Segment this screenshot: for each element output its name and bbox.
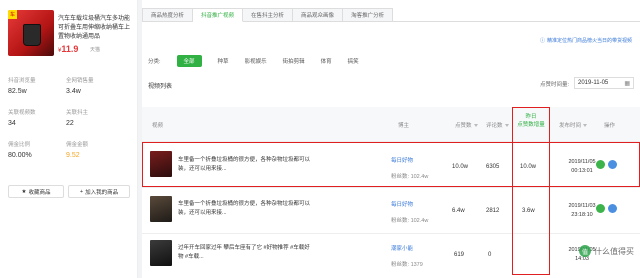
category-grass[interactable]: 种草: [218, 57, 229, 65]
category-entertainment[interactable]: 影视娱乐: [245, 57, 267, 65]
date-value: 2019-11-05: [578, 80, 609, 86]
stat-label: 关联视频数: [8, 110, 36, 116]
product-thumb-tag: 车: [8, 10, 18, 19]
header-comments[interactable]: 评论数: [486, 121, 509, 129]
sort-icon: [473, 124, 478, 128]
add-my-product-button[interactable]: + 加入我的商品: [68, 185, 130, 198]
comments-cell: 2812: [486, 208, 500, 214]
fans-count: 102.4w: [410, 218, 429, 224]
product-title[interactable]: 汽车车载垃圾桶汽车多功能可折叠车用伸缩收纳桶车上置物收纳通用品: [58, 15, 134, 42]
category-street[interactable]: 街拍剪辑: [283, 57, 305, 65]
blogger-cell: 潮家小能 粉丝数: 1379: [391, 244, 423, 268]
table-row: 车里备一个折叠垃圾桶的很方便，各种杂物垃圾都可以装，还可以用来接... 每日好物…: [142, 187, 640, 231]
video-title[interactable]: 过年开车回家过年 攀后车座有了它 #好物推荐 #车载好物 #车载...: [178, 244, 314, 262]
product-panel: 车 汽车车载垃圾桶汽车多功能可折叠车用伸缩收纳桶车上置物收纳通用品 ¥11.9 …: [0, 0, 138, 278]
share-icon[interactable]: [596, 204, 605, 213]
product-source: 天猫: [90, 47, 101, 53]
blogger-name[interactable]: 每日好物: [391, 200, 428, 208]
stat-value: 22: [66, 120, 74, 127]
add-label: 加入我的商品: [85, 189, 119, 196]
blogger-cell: 每日好物 粉丝数: 102.4w: [391, 200, 428, 224]
category-funny[interactable]: 搞笑: [348, 57, 359, 65]
collect-product-button[interactable]: ★ 收藏商品: [8, 185, 64, 198]
header-likes-label: 点赞数: [455, 123, 472, 129]
blogger-fans: 粉丝数: 102.4w: [391, 216, 428, 224]
stat-commission-amount: 佣金金额 9.52: [66, 140, 126, 159]
product-price: ¥11.9: [58, 44, 78, 54]
star-icon: ★: [21, 188, 27, 195]
stat-label: 抖音浏览量: [8, 78, 36, 84]
main-panel: 商品热度分析 抖音推广视频 在售抖主分析 商品观众画像 淘客推广分析 ⓘ 精准定…: [142, 0, 640, 278]
blogger-name[interactable]: 潮家小能: [391, 244, 423, 252]
stat-douyin-views: 抖音浏览量 82.5w: [8, 76, 68, 95]
stat-value: 34: [8, 120, 16, 127]
stat-value: 80.00%: [8, 152, 32, 159]
likes-cell: 619: [454, 252, 465, 258]
video-thumbnail[interactable]: [150, 240, 172, 266]
tab-product-heat[interactable]: 商品热度分析: [142, 8, 194, 22]
price-value: 11.9: [61, 44, 79, 54]
blogger-fans: 粉丝数: 1379: [391, 260, 423, 268]
fans-count: 1379: [410, 262, 423, 268]
tip-link-text: 精准定位热门商品榜火当日的带货视频: [546, 38, 632, 44]
tab-bar: 商品热度分析 抖音推广视频 在售抖主分析 商品观众画像 淘客推广分析: [142, 8, 394, 22]
tip-link[interactable]: ⓘ 精准定位热门商品榜火当日的带货视频: [540, 37, 632, 44]
stat-total-sales: 全网销售量 3.4w: [66, 76, 126, 95]
stat-commission-rate: 佣金比例 80.00%: [8, 140, 68, 159]
stat-label: 关联抖主: [66, 110, 89, 116]
product-thumbnail[interactable]: 车: [8, 10, 54, 56]
highlight-box-first-row: [142, 142, 640, 187]
category-all[interactable]: 全部: [176, 55, 202, 67]
highlight-box-increment-column: [512, 107, 550, 275]
stat-label: 佣金金额: [66, 142, 89, 148]
header-actions: 操作: [604, 123, 616, 129]
plus-icon: +: [79, 188, 84, 195]
calendar-icon: ▦: [624, 80, 630, 87]
comments-cell: 0: [488, 252, 492, 258]
play-icon[interactable]: [608, 204, 617, 213]
likes-cell: 6.4w: [452, 208, 465, 214]
video-title[interactable]: 车里备一个折叠垃圾桶的很方便，各种杂物垃圾都可以装，还可以用来接...: [178, 200, 314, 218]
header-published-label: 发布时间: [559, 123, 582, 129]
category-label: 分类:: [148, 59, 161, 65]
sort-icon: [583, 124, 588, 128]
header-video: 视频: [152, 123, 164, 129]
tab-bloggers[interactable]: 在售抖主分析: [243, 8, 294, 22]
header-likes[interactable]: 点赞数: [455, 121, 478, 129]
category-filter: 分类: 全部 种草 影视娱乐 街拍剪辑 体育 搞笑: [148, 55, 359, 67]
stat-value: 3.4w: [66, 88, 81, 95]
row-actions: [596, 204, 617, 213]
section-title: 视频列表: [148, 84, 173, 90]
header-published[interactable]: 发布时间: [559, 121, 588, 129]
fans-label: 粉丝数:: [391, 262, 410, 268]
table-header: 视频 博主 点赞数 评论数 发布时间 操作: [142, 107, 640, 141]
header-blogger: 博主: [398, 123, 410, 129]
date-label: 点赞时间量:: [540, 82, 570, 88]
tab-audience[interactable]: 商品观众画像: [293, 8, 344, 22]
tab-taoke[interactable]: 淘客推广分析: [343, 8, 394, 22]
info-icon: ⓘ: [539, 38, 545, 44]
sort-icon: [504, 124, 509, 128]
stat-label: 全网销售量: [66, 78, 94, 84]
trash-can-image: [23, 24, 41, 46]
table-row: 过年开车回家过年 攀后车座有了它 #好物推荐 #车载好物 #车载... 潮家小能…: [142, 233, 640, 277]
smzdm-logo-icon: 值: [579, 245, 591, 257]
stat-related-bloggers: 关联抖主 22: [66, 108, 126, 127]
stat-value: 82.5w: [8, 88, 27, 95]
category-sports[interactable]: 体育: [321, 57, 332, 65]
stat-related-videos: 关联视频数 34: [8, 108, 68, 127]
stat-label: 佣金比例: [8, 142, 31, 148]
tab-douyin-videos[interactable]: 抖音推广视频: [193, 8, 244, 22]
collect-label: 收藏商品: [28, 189, 51, 196]
watermark-text: 什么值得买: [594, 246, 634, 256]
watermark: 值 什么值得买: [579, 245, 634, 257]
fans-label: 粉丝数:: [391, 218, 410, 224]
header-comments-label: 评论数: [486, 123, 503, 129]
video-thumbnail[interactable]: [150, 196, 172, 222]
stat-value: 9.52: [66, 152, 80, 159]
date-picker[interactable]: 2019-11-05 ▦: [574, 77, 634, 89]
